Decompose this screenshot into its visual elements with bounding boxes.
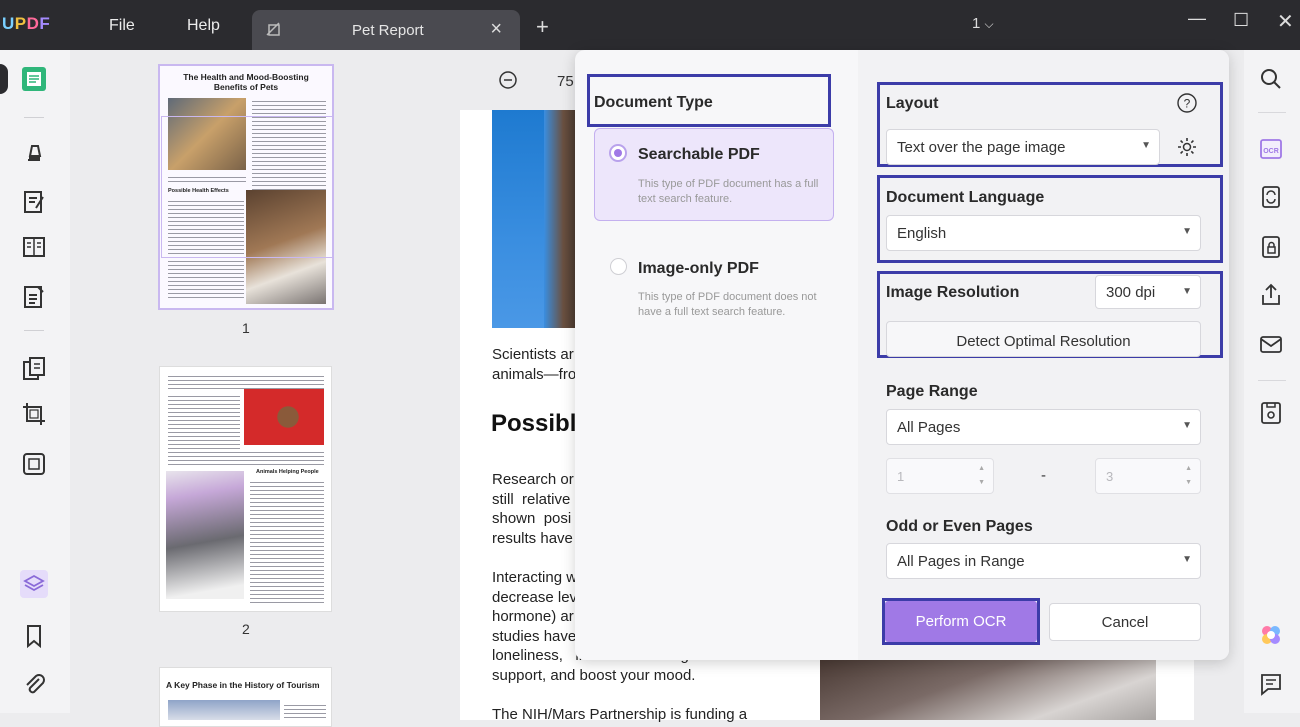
crop-icon[interactable]	[20, 400, 48, 428]
zoom-out-icon[interactable]	[498, 70, 518, 95]
minimize-icon[interactable]: —	[1188, 8, 1206, 29]
range-separator: -	[1041, 467, 1046, 484]
page-range-label: Page Range	[886, 383, 978, 400]
page-range-select[interactable]: All Pages ▼	[886, 409, 1201, 445]
organize-icon[interactable]	[20, 233, 48, 261]
thumb-text-block	[284, 702, 326, 718]
attachment-icon[interactable]	[20, 670, 48, 698]
odd-even-label: Odd or Even Pages	[886, 518, 1033, 535]
pages-icon[interactable]	[20, 355, 48, 383]
spin-down-icon[interactable]: ▼	[978, 479, 985, 486]
radio-searchable[interactable]	[609, 144, 627, 162]
resolution-select[interactable]: 300 dpi ▼	[1095, 275, 1201, 309]
detect-optimal-resolution-button[interactable]: Detect Optimal Resolution	[886, 321, 1201, 357]
searchable-pdf-option[interactable]: Searchable PDF This type of PDF document…	[594, 128, 834, 221]
save-icon[interactable]	[1258, 400, 1284, 426]
left-toolbar	[0, 50, 70, 713]
zoom-value[interactable]: 75	[557, 73, 574, 90]
highlighter-icon[interactable]	[20, 138, 48, 166]
share-icon[interactable]	[1258, 282, 1284, 308]
page-selector[interactable]: 1 ⌵	[972, 15, 994, 32]
updf-logo: UPDF	[2, 14, 51, 33]
gear-icon[interactable]	[1176, 136, 1198, 158]
combine-icon[interactable]	[20, 450, 48, 478]
spin-down-icon[interactable]: ▼	[1185, 479, 1192, 486]
tab-title: Pet Report	[352, 22, 424, 39]
document-language-label: Document Language	[886, 189, 1045, 206]
tab-close-icon[interactable]: ×	[490, 18, 502, 41]
dogs-image	[244, 389, 324, 445]
ocr-icon[interactable]: OCR	[1258, 136, 1284, 162]
thumb-number-2: 2	[242, 621, 250, 637]
thumb-title-3: A Key Phase in the History of Tourism	[166, 680, 320, 690]
svg-text:OCR: OCR	[1263, 148, 1279, 155]
page-from-input[interactable]: 1 ▲ ▼	[886, 458, 994, 494]
image-resolution-label: Image Resolution	[886, 284, 1020, 301]
thumb-subheading-2: Animals Helping People	[256, 469, 319, 475]
odd-even-select[interactable]: All Pages in Range ▼	[886, 543, 1201, 579]
layers-icon[interactable]	[20, 570, 48, 598]
bookmark-icon[interactable]	[20, 622, 48, 650]
spin-up-icon[interactable]: ▲	[1185, 465, 1192, 472]
spin-up-icon[interactable]: ▲	[978, 465, 985, 472]
caret-down-icon: ▼	[1182, 554, 1192, 565]
svg-text:?: ?	[1184, 97, 1191, 111]
maximize-icon[interactable]: ☐	[1233, 10, 1249, 31]
active-indicator	[0, 64, 8, 94]
protect-icon[interactable]	[1258, 234, 1284, 260]
page-thumbnail-1[interactable]: The Health and Mood-Boosting Benefits of…	[158, 64, 334, 310]
doc-paragraph-2: Research or still relative shown posi re…	[492, 471, 574, 547]
document-tab[interactable]: Pet Report ×	[252, 10, 520, 50]
image-only-pdf-option[interactable]: Image-only PDF This type of PDF document…	[594, 246, 834, 326]
cat-flowers-image	[166, 471, 244, 599]
chevron-down-icon: ⌵	[984, 17, 994, 31]
layout-label: Layout	[886, 95, 939, 112]
caret-down-icon: ▼	[1182, 286, 1192, 297]
doc-tab-icon	[266, 22, 280, 36]
page-thumbnail-3[interactable]: A Key Phase in the History of Tourism	[159, 667, 332, 727]
tourism-image	[168, 700, 280, 720]
reader-icon[interactable]	[20, 65, 48, 93]
help-icon[interactable]: ?	[1177, 93, 1197, 113]
search-icon[interactable]	[1258, 66, 1284, 92]
right-toolbar: OCR	[1244, 50, 1300, 713]
new-tab-icon[interactable]: +	[536, 14, 549, 40]
caret-down-icon: ▼	[1182, 226, 1192, 237]
language-select[interactable]: English ▼	[886, 215, 1201, 251]
document-type-label: Document Type	[594, 94, 713, 111]
thumb-title-1: The Health and Mood-Boosting Benefits of…	[183, 72, 309, 92]
layout-select[interactable]: Text over the page image ▼	[886, 129, 1160, 165]
radio-image-only[interactable]	[610, 258, 627, 275]
image-only-pdf-desc: This type of PDF document does not have …	[638, 291, 817, 318]
cancel-button[interactable]: Cancel	[1049, 603, 1201, 641]
email-icon[interactable]	[1258, 331, 1284, 357]
menu-file[interactable]: File	[109, 17, 135, 35]
searchable-pdf-title: Searchable PDF	[638, 146, 760, 163]
thumb-text-block	[250, 479, 324, 603]
thumb-number-1: 1	[242, 320, 250, 336]
edit-pdf-icon[interactable]	[20, 188, 48, 216]
comment-icon[interactable]	[1258, 671, 1284, 697]
perform-ocr-button[interactable]: Perform OCR	[885, 601, 1037, 642]
menu-help[interactable]: Help	[187, 17, 220, 35]
searchable-pdf-desc: This type of PDF document has a full tex…	[638, 178, 819, 205]
doc-image-cat-edge	[544, 110, 576, 328]
visible-area-frame	[161, 116, 332, 258]
convert-icon[interactable]	[1258, 184, 1284, 210]
doc-heading: Possibl	[491, 410, 577, 437]
page-thumbnail-2[interactable]: Animals Helping People	[159, 366, 332, 612]
title-bar: UPDF File Help Pet Report × + 1 ⌵ — ☐ ✕	[0, 0, 1300, 50]
doc-paragraph-4: The NIH/Mars Partnership is funding a	[492, 706, 748, 723]
doc-paragraph-1: Scientists ar animals—fro	[492, 346, 577, 383]
doc-image-cats	[820, 660, 1156, 720]
close-window-icon[interactable]: ✕	[1277, 9, 1294, 34]
caret-down-icon: ▼	[1182, 420, 1192, 431]
page-to-input[interactable]: 3 ▲ ▼	[1095, 458, 1201, 494]
caret-down-icon: ▼	[1141, 140, 1151, 151]
thumb-text-block	[168, 449, 324, 467]
form-icon[interactable]	[20, 283, 48, 311]
ai-assistant-icon[interactable]	[1258, 622, 1284, 648]
image-only-pdf-title: Image-only PDF	[638, 260, 759, 277]
